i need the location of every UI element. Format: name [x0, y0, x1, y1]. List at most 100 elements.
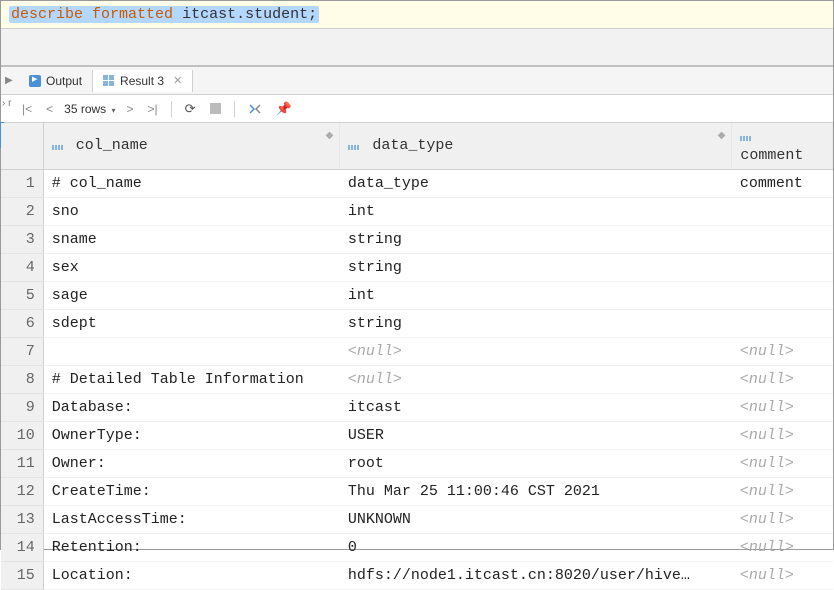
next-page-button[interactable]: > — [120, 98, 141, 120]
keyword-formatted: formatted — [92, 6, 173, 23]
prev-page-button[interactable]: < — [39, 98, 60, 120]
rownum-header[interactable] — [1, 123, 43, 170]
cell-c2[interactable]: USER — [340, 422, 732, 450]
row-number[interactable]: 1 — [1, 170, 43, 198]
row-number[interactable]: 8 — [1, 366, 43, 394]
cell-c3[interactable]: <null> — [732, 506, 833, 534]
cell-c1[interactable]: sno — [43, 198, 340, 226]
table-row[interactable]: 15Location:hdfs://node1.itcast.cn:8020/u… — [1, 562, 833, 590]
row-number[interactable]: 6 — [1, 310, 43, 338]
table-row[interactable]: 6sdeptstring — [1, 310, 833, 338]
cell-c2[interactable]: <null> — [340, 366, 732, 394]
cell-c1[interactable]: LastAccessTime: — [43, 506, 340, 534]
cell-c3[interactable]: <null> — [732, 450, 833, 478]
table-row[interactable]: 8# Detailed Table Information<null><null… — [1, 366, 833, 394]
row-number[interactable]: 14 — [1, 534, 43, 562]
collapse-arrow-icon[interactable]: ▶ — [5, 75, 13, 87]
cell-c2[interactable]: string — [340, 310, 732, 338]
cell-c3[interactable]: <null> — [732, 478, 833, 506]
cell-c1[interactable]: # Detailed Table Information — [43, 366, 340, 394]
cell-c2[interactable]: data_type — [340, 170, 732, 198]
column-header-comment[interactable]: comment — [732, 123, 833, 170]
cell-c2[interactable]: <null> — [340, 338, 732, 366]
row-number[interactable]: 13 — [1, 506, 43, 534]
table-row[interactable]: 3snamestring — [1, 226, 833, 254]
close-icon[interactable]: ✕ — [173, 74, 182, 87]
sort-handle-icon[interactable]: ◆ — [718, 130, 726, 142]
compare-button[interactable] — [241, 98, 269, 120]
row-number[interactable]: 12 — [1, 478, 43, 506]
table-row[interactable]: 10OwnerType:USER<null> — [1, 422, 833, 450]
sort-handle-icon[interactable]: ◆ — [326, 130, 334, 142]
sql-editor[interactable]: describe formatted itcast.student; — [1, 1, 833, 29]
cell-c2[interactable]: itcast — [340, 394, 732, 422]
cell-c2[interactable]: int — [340, 282, 732, 310]
cell-c1[interactable]: Location: — [43, 562, 340, 590]
cell-c1[interactable]: Owner: — [43, 450, 340, 478]
cell-c1[interactable]: OwnerType: — [43, 422, 340, 450]
table-row[interactable]: 1# col_namedata_typecomment — [1, 170, 833, 198]
column-header-data_type[interactable]: data_type ◆ — [340, 123, 732, 170]
cell-c1[interactable]: sage — [43, 282, 340, 310]
table-row[interactable]: 4sexstring — [1, 254, 833, 282]
table-row[interactable]: 5sageint — [1, 282, 833, 310]
row-number[interactable]: 11 — [1, 450, 43, 478]
table-row[interactable]: 12CreateTime:Thu Mar 25 11:00:46 CST 202… — [1, 478, 833, 506]
cell-c2[interactable]: string — [340, 226, 732, 254]
cell-c1[interactable]: sex — [43, 254, 340, 282]
row-number[interactable]: 2 — [1, 198, 43, 226]
cell-c3[interactable]: comment — [732, 170, 833, 198]
cell-c3[interactable]: <null> — [732, 366, 833, 394]
cell-c1[interactable]: sdept — [43, 310, 340, 338]
cell-c1[interactable]: sname — [43, 226, 340, 254]
row-number[interactable]: 3 — [1, 226, 43, 254]
table-row[interactable]: 11Owner:root<null> — [1, 450, 833, 478]
table-row[interactable]: 14Retention:0<null> — [1, 534, 833, 562]
cell-c3[interactable] — [732, 282, 833, 310]
cell-c1[interactable] — [43, 338, 340, 366]
first-page-button[interactable]: |< — [15, 98, 39, 120]
table-row[interactable]: 7 <null><null> — [1, 338, 833, 366]
cell-c2[interactable]: string — [340, 254, 732, 282]
cell-c3[interactable] — [732, 198, 833, 226]
stop-button[interactable] — [203, 99, 228, 118]
tab-output[interactable]: Output — [19, 70, 93, 92]
column-header-col_name[interactable]: col_name ◆ — [43, 123, 340, 170]
cell-c2[interactable]: hdfs://node1.itcast.cn:8020/user/hive… — [340, 562, 732, 590]
cell-c3[interactable]: <null> — [732, 338, 833, 366]
results-grid: col_name ◆ data_type ◆ comment 1# col_na… — [1, 123, 833, 590]
cell-c2[interactable]: root — [340, 450, 732, 478]
row-number[interactable]: 4 — [1, 254, 43, 282]
side-label: › r — [2, 98, 11, 109]
row-number[interactable]: 7 — [1, 338, 43, 366]
cell-c1[interactable]: # col_name — [43, 170, 340, 198]
cell-c1[interactable]: Database: — [43, 394, 340, 422]
cell-c3[interactable]: <null> — [732, 534, 833, 562]
pin-button[interactable]: 📌 — [269, 97, 299, 121]
table-row[interactable]: 9Database:itcast<null> — [1, 394, 833, 422]
cell-c2[interactable]: Thu Mar 25 11:00:46 CST 2021 — [340, 478, 732, 506]
cell-c1[interactable]: CreateTime: — [43, 478, 340, 506]
cell-c3[interactable] — [732, 254, 833, 282]
cell-c1[interactable]: Retention: — [43, 534, 340, 562]
refresh-button[interactable]: ⟳ — [178, 97, 203, 121]
cell-c3[interactable] — [732, 310, 833, 338]
cell-c3[interactable]: <null> — [732, 394, 833, 422]
table-row[interactable]: 2snoint — [1, 198, 833, 226]
row-number[interactable]: 10 — [1, 422, 43, 450]
table-row[interactable]: 13LastAccessTime:UNKNOWN<null> — [1, 506, 833, 534]
row-number[interactable]: 15 — [1, 562, 43, 590]
cell-c2[interactable]: 0 — [340, 534, 732, 562]
row-number[interactable]: 9 — [1, 394, 43, 422]
stop-icon — [210, 103, 221, 114]
cell-c2[interactable]: UNKNOWN — [340, 506, 732, 534]
last-page-button[interactable]: >| — [141, 98, 165, 120]
cell-c3[interactable]: <null> — [732, 562, 833, 590]
cell-c2[interactable]: int — [340, 198, 732, 226]
tab-result-3[interactable]: Result 3 ✕ — [93, 70, 193, 92]
row-number[interactable]: 5 — [1, 282, 43, 310]
cell-c3[interactable] — [732, 226, 833, 254]
result-tabs: ▶ Output Result 3 ✕ — [1, 67, 833, 95]
rows-count[interactable]: 35 rows ▾ — [60, 102, 119, 116]
cell-c3[interactable]: <null> — [732, 422, 833, 450]
